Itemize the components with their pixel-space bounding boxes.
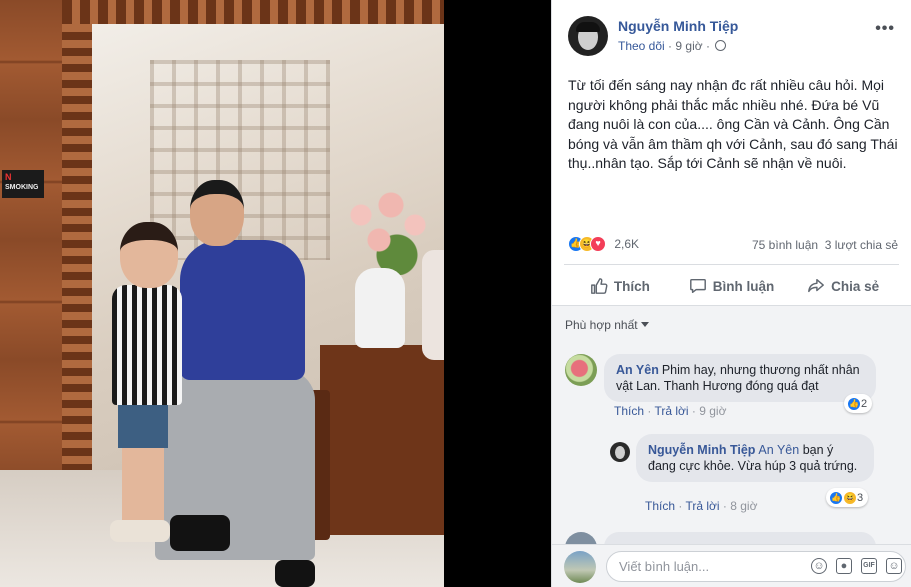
current-user-avatar [564, 551, 596, 583]
photo-viewer[interactable]: N SMOKING [0, 0, 551, 587]
meta-separator: · [705, 39, 710, 53]
comment-reply-link[interactable]: Trả lời [654, 404, 688, 418]
share-icon [808, 278, 825, 293]
follow-link[interactable]: Theo dõi [618, 39, 665, 53]
comment-button[interactable]: Bình luận [676, 268, 788, 304]
reply-bubble: Nguyễn Minh Tiệp An Yên bạn ý đang cực kh… [636, 434, 874, 482]
gif-icon[interactable]: GIF [861, 558, 877, 574]
no-smoking-sign: N SMOKING [2, 170, 44, 198]
boy-vest [112, 285, 182, 405]
action-bar: Thích Bình luận Chia sẻ [564, 268, 899, 304]
partial-person [422, 250, 444, 360]
comment-reactions[interactable]: 👍 2 [844, 394, 873, 413]
man-shoe-right [275, 560, 315, 587]
share-count[interactable]: 3 lượt chia sẻ [825, 238, 898, 252]
man-head [190, 180, 244, 246]
reply-reactions[interactable]: 👍 😆 3 [826, 488, 869, 507]
side-table [320, 345, 444, 535]
comment-label: Bình luận [712, 278, 775, 294]
reaction-count[interactable]: 2,6K [614, 237, 639, 251]
boy-legs [122, 446, 164, 526]
reply-avatar[interactable] [610, 442, 630, 462]
composer-icons: ☺ ● GIF ☺ [811, 558, 902, 574]
love-reaction-icon[interactable]: ♥ [590, 236, 606, 252]
comment-count[interactable]: 75 bình luận [752, 238, 818, 252]
door-frame-top [62, 0, 444, 24]
like-label: Thích [613, 278, 650, 294]
meta-separator: · [668, 39, 673, 53]
comments-section: Phù hợp nhất An Yên Phim hay, nhưng thươn… [552, 306, 911, 544]
sign-prefix: N [5, 172, 12, 182]
post-time[interactable]: 9 giờ [675, 39, 702, 53]
post-header: Nguyễn Minh Tiệp Theo dõi · 9 giờ · ••• [568, 16, 901, 60]
comment-meta: Thích · Trả lời · 9 giờ [614, 404, 727, 418]
globe-icon [715, 40, 727, 51]
commenter-name[interactable]: An Yên [616, 363, 659, 377]
comment-bubble: An Yên Phim hay, nhưng thương nhất nhân v… [604, 354, 876, 402]
comment-icon [689, 278, 706, 294]
sticker-icon[interactable]: ☺ [886, 558, 902, 574]
boy-shorts [118, 400, 168, 448]
boy-shoes [110, 520, 170, 542]
post-text: Từ tối đến sáng nay nhận đc rất nhiều câ… [568, 77, 898, 171]
like-reaction-icon: 👍 [829, 490, 843, 505]
share-label: Chia sẻ [831, 278, 880, 294]
author-avatar[interactable] [568, 16, 608, 56]
reply-reaction-count: 3 [857, 491, 864, 504]
reply-time[interactable]: 8 giờ [730, 499, 757, 513]
vase [355, 268, 405, 348]
post-photo: N SMOKING [0, 0, 444, 587]
share-button[interactable]: Chia sẻ [787, 268, 899, 304]
comment-time[interactable]: 9 giờ [699, 404, 726, 418]
comment-composer: Viết bình luận... ☺ ● GIF ☺ [552, 544, 911, 587]
door-frame [62, 0, 92, 470]
more-options-icon[interactable]: ••• [875, 20, 895, 38]
stats-right: 75 bình luận 3 lượt chia sẻ [752, 238, 898, 252]
reply-reply-link[interactable]: Trả lời [685, 499, 719, 513]
reply-mention[interactable]: An Yên [758, 443, 799, 457]
sign-word: SMOKING [5, 184, 39, 191]
comment-like-link[interactable]: Thích [614, 404, 644, 418]
commenter-avatar[interactable] [565, 532, 597, 544]
camera-icon[interactable]: ● [836, 558, 852, 574]
commenter-avatar[interactable] [565, 354, 597, 386]
divider [564, 264, 899, 265]
reply-like-link[interactable]: Thích [645, 499, 675, 513]
like-button[interactable]: Thích [564, 268, 676, 304]
haha-reaction-icon: 😆 [843, 490, 857, 505]
emoji-icon[interactable]: ☺ [811, 558, 827, 574]
comment-sort-dropdown[interactable]: Phù hợp nhất [565, 318, 649, 332]
comment-bubble [604, 532, 876, 544]
boy-head [120, 222, 178, 288]
man-shirt [180, 240, 305, 380]
reply-meta: Thích · Trả lời · 8 giờ [645, 499, 758, 513]
author-name[interactable]: Nguyễn Minh Tiệp [618, 18, 738, 34]
comment-reaction-count: 2 [861, 397, 868, 410]
man-shoe-left [170, 515, 230, 551]
post-panel: Nguyễn Minh Tiệp Theo dõi · 9 giờ · ••• … [551, 0, 911, 587]
post-meta: Theo dõi · 9 giờ · [618, 39, 727, 53]
like-reaction-icon: 👍 [847, 396, 861, 411]
post-stats: 👍😆 ♥ 2,6K 75 bình luận 3 lượt chia sẻ [568, 236, 898, 256]
thumbs-up-icon [590, 278, 608, 294]
caret-down-icon [640, 322, 649, 327]
reply-author[interactable]: Nguyễn Minh Tiệp [648, 443, 755, 457]
sort-label: Phù hợp nhất [565, 318, 638, 332]
